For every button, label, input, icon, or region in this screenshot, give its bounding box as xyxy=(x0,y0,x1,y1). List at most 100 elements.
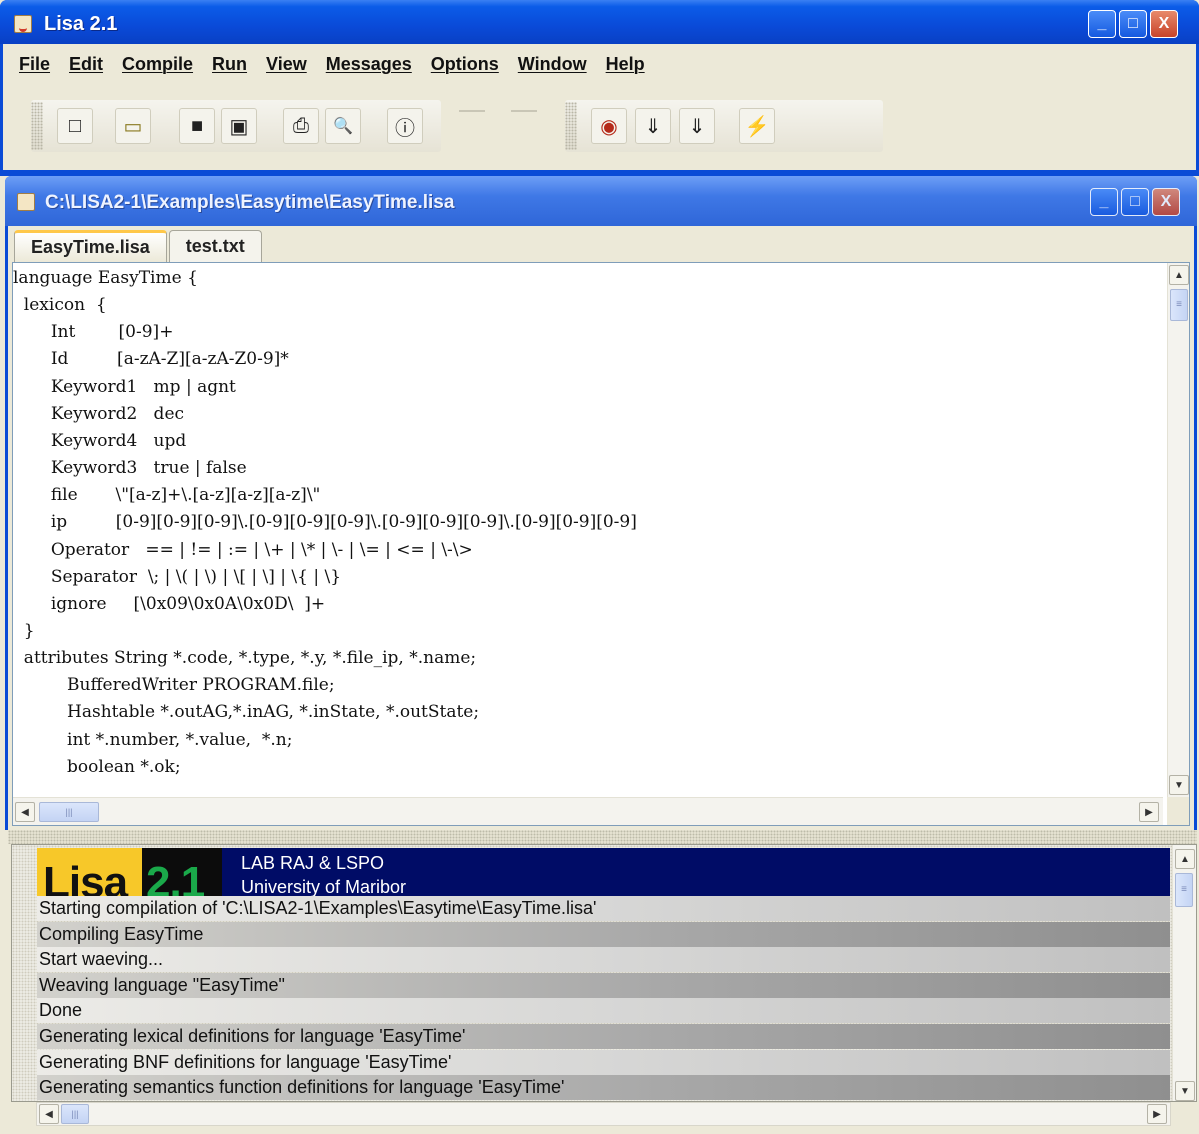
messages-horizontal-scrollbar[interactable]: ◀ ||| ▶ xyxy=(36,1102,1171,1126)
code-line[interactable]: attributes String *.code, *.type, *.y, *… xyxy=(13,645,476,672)
run-button[interactable]: ⚡ xyxy=(739,108,775,144)
doc-minimize-button[interactable]: _ xyxy=(1090,188,1118,216)
print-preview-icon: 🔍 xyxy=(333,118,353,135)
code-line[interactable]: file \"[a-z]+\.[a-z][a-z][a-z]\" xyxy=(13,482,321,509)
lisa-logo: Lisa 2.1 xyxy=(37,848,222,896)
code-line[interactable]: Keyword1 mp | agnt xyxy=(13,374,236,401)
toolbar-grip[interactable] xyxy=(31,102,43,150)
about-button[interactable]: ⓘ xyxy=(387,108,423,144)
toolbar-separator xyxy=(511,110,537,112)
compile-icon: ⇓ xyxy=(644,115,662,138)
scroll-thumb[interactable]: ≡ xyxy=(1175,873,1193,907)
menu-window[interactable]: Window xyxy=(518,54,587,75)
compile-button[interactable]: ⇓ xyxy=(635,108,671,144)
close-button[interactable]: X xyxy=(1150,10,1178,38)
menu-view[interactable]: View xyxy=(266,54,307,75)
new-file-button[interactable]: □ xyxy=(57,108,93,144)
info-icon: ⓘ xyxy=(395,117,415,140)
menu-options[interactable]: Options xyxy=(431,54,499,75)
code-line[interactable]: BufferedWriter PROGRAM.file; xyxy=(13,672,335,699)
editor-vertical-scrollbar[interactable]: ▲ ≡ ▼ xyxy=(1167,263,1189,797)
menu-run[interactable]: Run xyxy=(212,54,247,75)
toolbar-grip[interactable] xyxy=(565,102,577,150)
printer-icon: ⎙ xyxy=(293,114,309,137)
build-button[interactable]: ⇓ xyxy=(679,108,715,144)
banner-university: University of Maribor xyxy=(241,877,407,897)
floppy-disk-icon: ■ xyxy=(190,114,204,137)
message-line: Compiling EasyTime xyxy=(37,921,1170,947)
folder-icon: ▭ xyxy=(123,115,143,138)
lisa-banner: Lisa 2.1 LAB RAJ & LSPO University of Ma… xyxy=(37,848,1170,897)
code-line[interactable]: Keyword2 dec xyxy=(13,401,184,428)
code-line[interactable]: Int [0-9]+ xyxy=(13,319,174,346)
code-line[interactable]: Separator \; | \( | \) | \[ | \] | \{ | … xyxy=(13,564,341,591)
find-button[interactable]: ◉ xyxy=(591,108,627,144)
document-window: C:\LISA2-1\Examples\Easytime\EasyTime.li… xyxy=(5,176,1197,830)
document-title-bar[interactable]: C:\LISA2-1\Examples\Easytime\EasyTime.li… xyxy=(5,176,1197,226)
open-file-button[interactable]: ▭ xyxy=(115,108,151,144)
code-line[interactable]: Hashtable *.outAG,*.inAG, *.inState, *.o… xyxy=(13,699,479,726)
scroll-thumb[interactable]: ||| xyxy=(39,802,99,822)
menu-file[interactable]: File xyxy=(19,54,50,75)
new-file-icon: □ xyxy=(68,114,82,137)
minimize-button[interactable]: _ xyxy=(1088,10,1116,38)
scroll-up-button[interactable]: ▲ xyxy=(1169,265,1189,285)
code-line[interactable]: ignore [\0x09\0x0A\0x0D\ ]+ xyxy=(13,591,325,618)
scroll-down-button[interactable]: ▼ xyxy=(1169,775,1189,795)
code-text-area[interactable]: language EasyTime { lexicon { Int [0-9]+… xyxy=(13,263,1163,797)
toolbar: □ ▭ ■ ▣ ⎙ 🔍 ⓘ ◉ ⇓ ⇓ ⚡ xyxy=(3,84,1196,170)
build-icon: ⇓ xyxy=(688,115,706,138)
menu-messages[interactable]: Messages xyxy=(326,54,412,75)
split-pane-divider[interactable] xyxy=(8,830,1197,844)
code-line[interactable]: } xyxy=(13,618,35,645)
logo-name: Lisa xyxy=(43,858,128,896)
code-editor[interactable]: language EasyTime { lexicon { Int [0-9]+… xyxy=(12,262,1190,826)
app-window-controls: _ □ X xyxy=(1088,10,1178,38)
scroll-right-button[interactable]: ▶ xyxy=(1147,1104,1167,1124)
maximize-button[interactable]: □ xyxy=(1119,10,1147,38)
scroll-left-button[interactable]: ◀ xyxy=(39,1104,59,1124)
toolbar-separator xyxy=(459,110,485,112)
menu-edit[interactable]: Edit xyxy=(69,54,103,75)
app-title: Lisa 2.1 xyxy=(44,13,118,35)
tab-test-txt[interactable]: test.txt xyxy=(168,230,262,262)
scroll-left-button[interactable]: ◀ xyxy=(15,802,35,822)
doc-close-button[interactable]: X xyxy=(1152,188,1180,216)
toolbar-file-group: □ ▭ ■ ▣ ⎙ 🔍 ⓘ xyxy=(31,100,441,152)
code-line[interactable]: Keyword4 upd xyxy=(13,428,186,455)
code-line[interactable]: language EasyTime { xyxy=(13,265,198,292)
message-line: Generating semantics function definition… xyxy=(37,1075,1170,1101)
save-all-icon: ▣ xyxy=(229,115,249,138)
document-body: EasyTime.lisa test.txt language EasyTime… xyxy=(8,226,1194,830)
menu-compile[interactable]: Compile xyxy=(122,54,193,75)
save-all-button[interactable]: ▣ xyxy=(221,108,257,144)
editor-tabs: EasyTime.lisa test.txt xyxy=(14,230,264,262)
scroll-up-button[interactable]: ▲ xyxy=(1175,849,1195,869)
tab-easytime-lisa[interactable]: EasyTime.lisa xyxy=(14,230,167,262)
logo-version: 2.1 xyxy=(146,858,205,896)
code-line[interactable]: int *.number, *.value, *.n; xyxy=(13,727,292,754)
print-preview-button[interactable]: 🔍 xyxy=(325,108,361,144)
lightning-icon: ⚡ xyxy=(744,115,770,138)
code-line[interactable]: lexicon { xyxy=(13,292,107,319)
doc-maximize-button[interactable]: □ xyxy=(1121,188,1149,216)
messages-panel: Lisa 2.1 LAB RAJ & LSPO University of Ma… xyxy=(11,844,1197,1102)
app-title-bar[interactable]: Lisa 2.1 _ □ X xyxy=(0,0,1199,44)
message-line: Start waeving... xyxy=(37,947,1170,973)
code-line[interactable]: ip [0-9][0-9][0-9]\.[0-9][0-9][0-9]\.[0-… xyxy=(13,509,637,536)
scroll-thumb[interactable]: ≡ xyxy=(1170,289,1188,321)
scroll-right-button[interactable]: ▶ xyxy=(1139,802,1159,822)
menu-help[interactable]: Help xyxy=(606,54,645,75)
save-button[interactable]: ■ xyxy=(179,108,215,144)
message-line: Starting compilation of 'C:\LISA2-1\Exam… xyxy=(37,896,1170,921)
code-line[interactable]: Keyword3 true | false xyxy=(13,455,247,482)
scroll-down-button[interactable]: ▼ xyxy=(1175,1081,1195,1101)
code-line[interactable]: boolean *.ok; xyxy=(13,754,181,781)
code-line[interactable]: Id [a-zA-Z][a-zA-Z0-9]* xyxy=(13,346,289,373)
editor-horizontal-scrollbar[interactable]: ◀ ||| ▶ xyxy=(13,797,1163,825)
print-button[interactable]: ⎙ xyxy=(283,108,319,144)
scroll-thumb[interactable]: ||| xyxy=(61,1104,89,1124)
messages-vertical-scrollbar[interactable]: ▲ ≡ ▼ xyxy=(1172,845,1196,1101)
find-icon: ◉ xyxy=(600,115,618,138)
code-line[interactable]: Operator == | != | := | \+ | \* | \- | \… xyxy=(13,537,473,564)
